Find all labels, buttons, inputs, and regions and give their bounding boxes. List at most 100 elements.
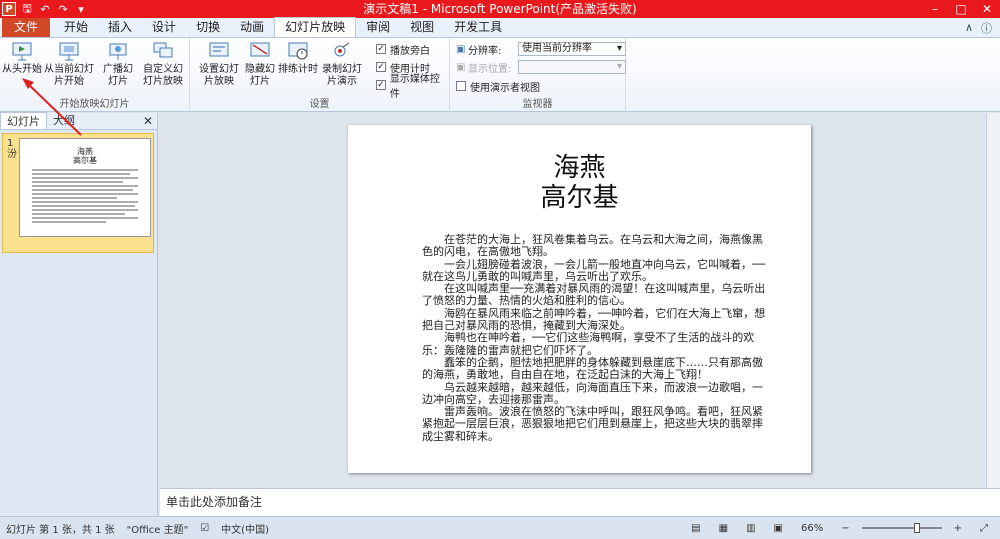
tab-review[interactable]: 审阅 <box>356 18 400 37</box>
tab-design[interactable]: 设计 <box>142 18 186 37</box>
from-current-slide-button[interactable]: 从当前幻灯片开始 <box>42 40 96 88</box>
group-start-slideshow: 从头开始 从当前幻灯片开始 广播幻灯片 自定义幻灯片放映 开始放映幻灯片 <box>0 38 190 112</box>
from-beginning-label: 从头开始 <box>2 64 42 75</box>
ribbon: 从头开始 从当前幻灯片开始 广播幻灯片 自定义幻灯片放映 开始放映幻灯片 设置幻… <box>0 38 1000 112</box>
tab-transitions[interactable]: 切换 <box>186 18 230 37</box>
title-bar: P 🖫 ↶ ↷ ▾ 演示文稿1 - Microsoft PowerPoint(产… <box>0 0 1000 18</box>
zoom-slider[interactable] <box>861 523 942 533</box>
rehearse-timings-label: 排练计时 <box>278 64 318 75</box>
thumb-author: 高尔基 <box>73 156 97 165</box>
tab-slides[interactable]: 幻灯片 <box>0 112 47 129</box>
save-icon[interactable]: 🖫 <box>20 2 34 16</box>
body-paragraph: 雷声轰响。波浪在愤怒的飞沫中呼叫，跟狂风争鸣。看吧，狂风紧紧抱起一层层巨浪，恶狠… <box>422 405 763 443</box>
body-paragraph: 海鸭也在呻吟着，──它们这些海鸭啊，享受不了生活的战斗的欢乐：轰隆隆的雷声就把它… <box>422 331 755 357</box>
reading-view-icon[interactable]: ▥ <box>740 523 761 534</box>
tab-home[interactable]: 开始 <box>54 18 98 37</box>
rehearse-timings-icon <box>287 40 309 62</box>
close-icon[interactable]: ✕ <box>974 0 1000 18</box>
slide-thumbnail-1[interactable]: 1 汾 海燕 高尔基 <box>2 133 154 253</box>
group-monitors: ▣ 分辨率: 使用当前分辨率 ▾ ▣ 显示位置: ▾ 使用演示者视图 监视器 <box>450 38 626 112</box>
setup-slideshow-button[interactable]: 设置幻灯片放映 <box>196 40 242 88</box>
slideshow-from-beginning-icon <box>11 40 33 62</box>
body-paragraph: 在这叫喊声里──充满着对暴风雨的渴望！在这叫喊声里，乌云听出了愤怒的力量、热情的… <box>422 282 766 308</box>
record-slideshow-button[interactable]: 录制幻灯片演示 <box>320 40 364 88</box>
close-pane-icon[interactable]: ✕ <box>143 114 153 128</box>
broadcast-slideshow-button[interactable]: 广播幻灯片 <box>100 40 136 88</box>
resolution-label: 分辨率: <box>468 45 502 57</box>
play-narrations-label: 播放旁白 <box>390 45 430 57</box>
resolution-value: 使用当前分辨率 <box>522 43 592 54</box>
slide-sorter-icon[interactable]: ▦ <box>713 523 734 534</box>
normal-view-icon[interactable]: ▤ <box>685 523 706 534</box>
from-current-slide-label: 从当前幻灯片开始 <box>44 64 94 87</box>
slide-thumbnail-image: 海燕 高尔基 <box>19 138 151 237</box>
rehearse-timings-button[interactable]: 排练计时 <box>278 40 318 76</box>
slideshow-from-current-icon <box>58 40 80 62</box>
show-on-row: ▣ 显示位置: ▾ <box>456 59 626 75</box>
notes-pane[interactable]: 单击此处添加备注 <box>160 488 1000 516</box>
slide-title[interactable]: 海燕 <box>348 153 811 183</box>
hide-slide-button[interactable]: 隐藏幻灯片 <box>244 40 276 88</box>
resolution-row: ▣ 分辨率: 使用当前分辨率 ▾ <box>456 41 626 57</box>
tab-slide-show[interactable]: 幻灯片放映 <box>274 17 357 37</box>
window-title: 演示文稿1 - Microsoft PowerPoint(产品激活失败) <box>363 2 637 16</box>
slide-body-text[interactable]: 在苍茫的大海上，狂风卷集着乌云。在乌云和大海之间，海燕像黑色的闪电，在高傲地飞翔… <box>422 233 772 443</box>
record-slideshow-icon <box>331 40 353 62</box>
custom-slideshow-button[interactable]: 自定义幻灯片放映 <box>138 40 188 88</box>
presenter-view-checkbox[interactable]: 使用演示者视图 <box>456 79 540 94</box>
chevron-down-icon: ▾ <box>616 61 622 72</box>
theme-name[interactable]: "Office 主题" <box>121 521 195 536</box>
slide-number: 1 汾 <box>7 138 17 160</box>
ribbon-tabs: 文件 开始 插入 设计 切换 动画 幻灯片放映 审阅 视图 开发工具 ∧ ⓘ <box>0 17 1000 38</box>
setup-slideshow-icon <box>208 40 230 62</box>
undo-icon[interactable]: ↶ <box>38 2 52 16</box>
checkbox-unchecked-icon <box>456 81 466 91</box>
show-on-icon: ▣ <box>456 61 466 73</box>
current-slide[interactable]: 海燕 高尔基 在苍茫的大海上，狂风卷集着乌云。在乌云和大海之间，海燕像黑色的闪电… <box>348 125 811 473</box>
slideshow-view-icon[interactable]: ▣ <box>768 523 789 534</box>
zoom-in-icon[interactable]: + <box>948 523 968 534</box>
redo-icon[interactable]: ↷ <box>56 2 70 16</box>
powerpoint-logo-icon[interactable]: P <box>2 2 16 16</box>
body-paragraph: 在苍茫的大海上，狂风卷集着乌云。在乌云和大海之间，海燕像黑色的闪电，在高傲地飞翔… <box>422 233 763 259</box>
pane-tabs: 幻灯片 大纲 ✕ <box>0 112 157 130</box>
quick-access-toolbar: P 🖫 ↶ ↷ ▾ <box>0 0 88 18</box>
show-on-dropdown[interactable]: ▾ <box>518 60 626 74</box>
language-indicator[interactable]: 中文(中国) <box>215 521 275 536</box>
tab-view[interactable]: 视图 <box>400 18 444 37</box>
tab-file[interactable]: 文件 <box>2 18 51 37</box>
show-media-controls-checkbox[interactable]: ✓ 显示媒体控件 <box>376 74 449 100</box>
maximize-icon[interactable]: □ <box>948 0 974 18</box>
minimize-icon[interactable]: – <box>922 0 948 18</box>
thumb-title: 海燕 <box>77 147 93 156</box>
setup-slideshow-label: 设置幻灯片放映 <box>199 64 239 87</box>
spellcheck-icon[interactable]: ☑ <box>194 523 215 534</box>
play-narrations-checkbox[interactable]: ✓ 播放旁白 <box>376 42 430 57</box>
hide-slide-icon <box>249 40 271 62</box>
custom-slideshow-icon <box>152 40 174 62</box>
help-icon[interactable]: ⓘ <box>981 20 992 36</box>
zoom-slider-thumb[interactable] <box>914 523 921 533</box>
slide-editing-area: 海燕 高尔基 在苍茫的大海上，狂风卷集着乌云。在乌云和大海之间，海燕像黑色的闪电… <box>160 113 1000 488</box>
resolution-dropdown[interactable]: 使用当前分辨率 ▾ <box>518 42 626 56</box>
checkbox-checked-icon: ✓ <box>376 62 386 72</box>
fit-to-window-icon[interactable]: ⤢ <box>974 523 994 534</box>
zoom-level[interactable]: 66% <box>795 523 829 534</box>
slide-author[interactable]: 高尔基 <box>348 183 811 213</box>
record-slideshow-label: 录制幻灯片演示 <box>322 64 362 87</box>
tab-outline[interactable]: 大纲 <box>47 112 81 129</box>
vertical-scrollbar[interactable] <box>986 113 1000 488</box>
monitor-icon: ▣ <box>456 43 466 55</box>
from-beginning-button[interactable]: 从头开始 <box>2 40 42 76</box>
body-paragraph: 蠢笨的企鹅，胆怯地把肥胖的身体躲藏到悬崖底下……只有那高傲的海燕，勇敢地，自由自… <box>422 355 763 382</box>
tab-developer[interactable]: 开发工具 <box>444 18 512 37</box>
zoom-out-icon[interactable]: − <box>835 523 855 534</box>
tab-insert[interactable]: 插入 <box>98 18 142 37</box>
customize-qat-icon[interactable]: ▾ <box>74 2 88 16</box>
body-paragraph: 一会儿翅膀碰着波浪，一会儿箭一般地直冲向乌云，它叫喊着，──就在这鸟儿勇敢的叫喊… <box>422 257 766 283</box>
tab-animations[interactable]: 动画 <box>230 18 274 37</box>
checkbox-checked-icon: ✓ <box>376 44 386 54</box>
ribbon-minimize-icon[interactable]: ∧ <box>965 21 973 34</box>
chevron-down-icon: ▾ <box>616 43 622 54</box>
group-start-label: 开始放映幻灯片 <box>59 99 130 110</box>
